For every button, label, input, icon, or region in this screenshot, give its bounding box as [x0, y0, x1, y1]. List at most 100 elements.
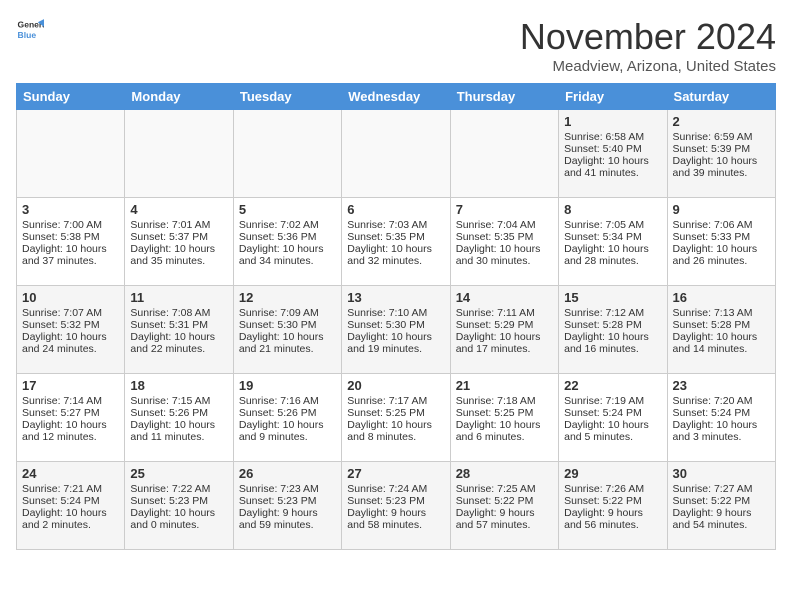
calendar-cell: 29Sunrise: 7:26 AMSunset: 5:22 PMDayligh…	[559, 462, 667, 550]
calendar-cell: 27 Sunrise: 7:24 AMSunset: 5:23 PMDayligh…	[342, 462, 450, 550]
day-info: Sunrise: 7:24 AM	[347, 483, 444, 495]
day-info: Sunset: 5:38 PM	[22, 231, 119, 243]
calendar-header-monday: Monday	[125, 84, 233, 110]
day-info: Daylight: 10 hours and 3 minutes.	[673, 419, 770, 443]
calendar-cell: 7Sunrise: 7:04 AMSunset: 5:35 PMDaylight…	[450, 198, 558, 286]
day-info: Sunset: 5:34 PM	[564, 231, 661, 243]
calendar-header-wednesday: Wednesday	[342, 84, 450, 110]
day-info: Sunrise: 7:02 AM	[239, 219, 336, 231]
day-number: 5	[239, 202, 336, 217]
calendar-header-tuesday: Tuesday	[233, 84, 341, 110]
day-info: Sunrise: 7:12 AM	[564, 307, 661, 319]
day-info: Sunset: 5:36 PM	[239, 231, 336, 243]
day-info: Sunset: 5:37 PM	[130, 231, 227, 243]
day-info: Daylight: 9 hours and 54 minutes.	[673, 507, 770, 531]
day-info: Sunrise: 7:20 AM	[673, 395, 770, 407]
calendar-cell: 18Sunrise: 7:15 AMSunset: 5:26 PMDayligh…	[125, 374, 233, 462]
day-info: Daylight: 10 hours and 35 minutes.	[130, 243, 227, 267]
day-number: 2	[673, 114, 770, 129]
calendar-cell	[450, 110, 558, 198]
day-number: 15	[564, 290, 661, 305]
calendar-cell: 12Sunrise: 7:09 AMSunset: 5:30 PMDayligh…	[233, 286, 341, 374]
day-info: Daylight: 10 hours and 28 minutes.	[564, 243, 661, 267]
location-subtitle: Meadview, Arizona, United States	[520, 58, 776, 75]
day-info: Sunset: 5:30 PM	[347, 319, 444, 331]
calendar-cell	[17, 110, 125, 198]
day-info: Daylight: 10 hours and 0 minutes.	[130, 507, 227, 531]
day-info: Sunset: 5:40 PM	[564, 143, 661, 155]
day-info: Sunrise: 7:16 AM	[239, 395, 336, 407]
day-info: Sunrise: 7:05 AM	[564, 219, 661, 231]
day-info: Daylight: 10 hours and 32 minutes.	[347, 243, 444, 267]
day-info: Sunrise: 7:06 AM	[673, 219, 770, 231]
day-info: Sunrise: 7:15 AM	[130, 395, 227, 407]
calendar-cell: 23Sunrise: 7:20 AMSunset: 5:24 PMDayligh…	[667, 374, 775, 462]
calendar-week-row: 10Sunrise: 7:07 AMSunset: 5:32 PMDayligh…	[17, 286, 776, 374]
calendar-cell: 24Sunrise: 7:21 AMSunset: 5:24 PMDayligh…	[17, 462, 125, 550]
calendar-header-row: SundayMondayTuesdayWednesdayThursdayFrid…	[17, 84, 776, 110]
day-info: Daylight: 10 hours and 22 minutes.	[130, 331, 227, 355]
day-info: Sunrise: 7:04 AM	[456, 219, 553, 231]
day-number: 23	[673, 378, 770, 393]
day-info: Daylight: 10 hours and 34 minutes.	[239, 243, 336, 267]
day-info: Daylight: 10 hours and 24 minutes.	[22, 331, 119, 355]
day-number: 8	[564, 202, 661, 217]
day-info: Sunset: 5:30 PM	[239, 319, 336, 331]
day-number: 24	[22, 466, 119, 481]
calendar-week-row: 1Sunrise: 6:58 AMSunset: 5:40 PMDaylight…	[17, 110, 776, 198]
day-info: Sunrise: 7:25 AM	[456, 483, 553, 495]
day-number: 6	[347, 202, 444, 217]
day-info: Sunset: 5:27 PM	[22, 407, 119, 419]
day-number: 10	[22, 290, 119, 305]
day-number: 1	[564, 114, 661, 129]
day-number: 27	[347, 466, 444, 481]
day-info: Daylight: 9 hours and 58 minutes.	[347, 507, 444, 531]
calendar-cell: 30Sunrise: 7:27 AMSunset: 5:22 PMDayligh…	[667, 462, 775, 550]
month-title: November 2024	[520, 16, 776, 58]
day-info: Daylight: 10 hours and 26 minutes.	[673, 243, 770, 267]
day-info: Daylight: 10 hours and 41 minutes.	[564, 155, 661, 179]
day-info: Sunset: 5:23 PM	[347, 495, 444, 507]
title-block: November 2024 Meadview, Arizona, United …	[520, 16, 776, 75]
calendar-header-sunday: Sunday	[17, 84, 125, 110]
calendar-cell	[125, 110, 233, 198]
day-info: Sunset: 5:28 PM	[564, 319, 661, 331]
day-info: Sunset: 5:25 PM	[456, 407, 553, 419]
calendar-cell	[233, 110, 341, 198]
calendar-cell: 22Sunrise: 7:19 AMSunset: 5:24 PMDayligh…	[559, 374, 667, 462]
day-info: Daylight: 10 hours and 21 minutes.	[239, 331, 336, 355]
calendar-cell	[342, 110, 450, 198]
day-info: Sunrise: 7:10 AM	[347, 307, 444, 319]
calendar-header-thursday: Thursday	[450, 84, 558, 110]
day-number: 30	[673, 466, 770, 481]
day-info: Sunrise: 7:07 AM	[22, 307, 119, 319]
calendar-cell: 26Sunrise: 7:23 AMSunset: 5:23 PMDayligh…	[233, 462, 341, 550]
day-info: Sunset: 5:23 PM	[130, 495, 227, 507]
day-info: Sunset: 5:32 PM	[22, 319, 119, 331]
day-number: 14	[456, 290, 553, 305]
calendar-cell: 14Sunrise: 7:11 AMSunset: 5:29 PMDayligh…	[450, 286, 558, 374]
day-info: Sunset: 5:26 PM	[130, 407, 227, 419]
day-info: Sunset: 5:31 PM	[130, 319, 227, 331]
day-info: Daylight: 10 hours and 37 minutes.	[22, 243, 119, 267]
logo-icon: General Blue	[16, 16, 44, 44]
day-info: Sunrise: 7:18 AM	[456, 395, 553, 407]
day-info: Daylight: 10 hours and 8 minutes.	[347, 419, 444, 443]
calendar-cell: 21Sunrise: 7:18 AMSunset: 5:25 PMDayligh…	[450, 374, 558, 462]
day-info: Sunrise: 7:09 AM	[239, 307, 336, 319]
day-info: Sunrise: 7:27 AM	[673, 483, 770, 495]
calendar-cell: 17Sunrise: 7:14 AMSunset: 5:27 PMDayligh…	[17, 374, 125, 462]
day-info: Daylight: 10 hours and 6 minutes.	[456, 419, 553, 443]
calendar-cell: 16Sunrise: 7:13 AMSunset: 5:28 PMDayligh…	[667, 286, 775, 374]
day-info: Sunset: 5:22 PM	[564, 495, 661, 507]
day-info: Sunrise: 7:11 AM	[456, 307, 553, 319]
svg-text:Blue: Blue	[18, 30, 37, 40]
day-info: Sunrise: 7:01 AM	[130, 219, 227, 231]
day-info: Daylight: 10 hours and 5 minutes.	[564, 419, 661, 443]
day-number: 26	[239, 466, 336, 481]
calendar-cell: 19Sunrise: 7:16 AMSunset: 5:26 PMDayligh…	[233, 374, 341, 462]
calendar-table: SundayMondayTuesdayWednesdayThursdayFrid…	[16, 83, 776, 550]
day-info: Sunrise: 7:13 AM	[673, 307, 770, 319]
day-number: 3	[22, 202, 119, 217]
day-info: Daylight: 10 hours and 19 minutes.	[347, 331, 444, 355]
